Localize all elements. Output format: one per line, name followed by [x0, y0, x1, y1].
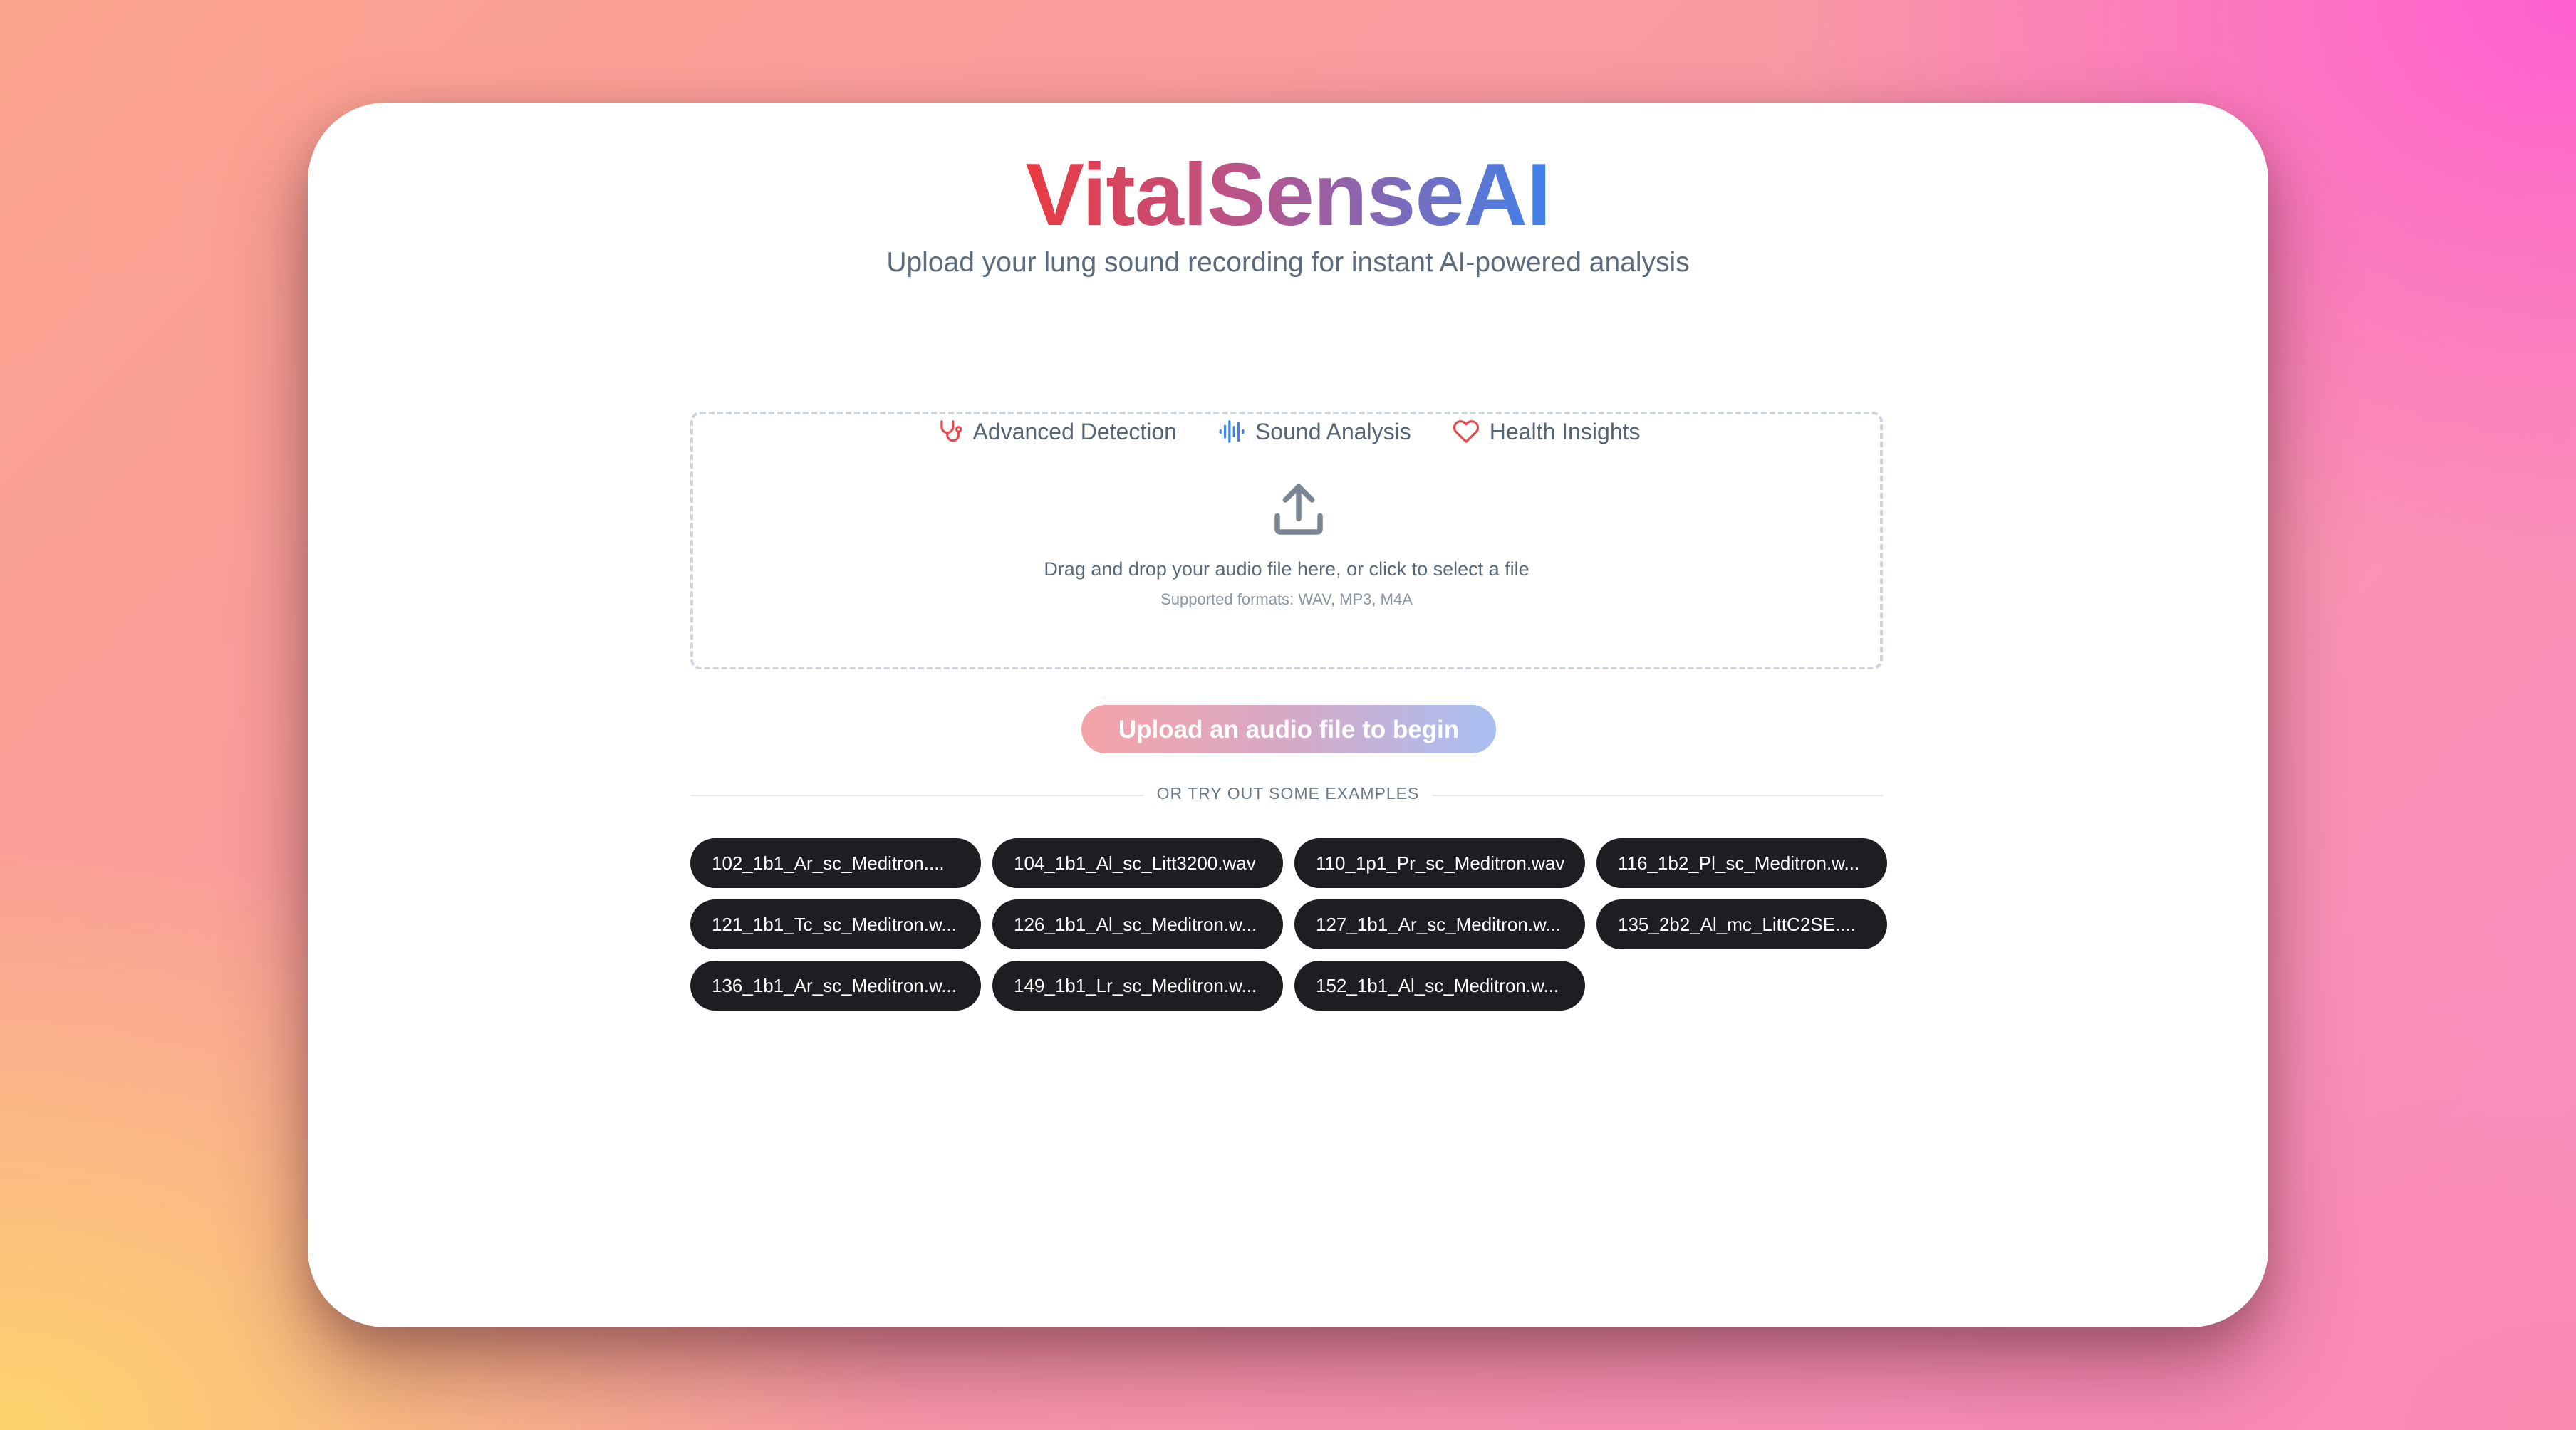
example-chip[interactable]: 104_1b1_Al_sc_Litt3200.wav	[992, 838, 1283, 888]
examples-heading: OR TRY OUT SOME EXAMPLES	[308, 783, 2268, 804]
example-chip[interactable]: 110_1p1_Pr_sc_Meditron.wav	[1294, 838, 1585, 888]
example-chip[interactable]: 149_1b1_Lr_sc_Meditron.w...	[992, 961, 1283, 1011]
example-list: 102_1b1_Ar_sc_Meditron.... 104_1b1_Al_sc…	[690, 838, 1887, 1011]
file-dropzone[interactable]: Drag and drop your audio file here, or c…	[690, 412, 1883, 669]
example-chip[interactable]: 152_1b1_Al_sc_Meditron.w...	[1294, 961, 1585, 1011]
app-title: VitalSenseAI	[1025, 146, 1552, 244]
example-chip[interactable]: 121_1b1_Tc_sc_Meditron.w...	[690, 899, 981, 949]
upload-icon	[1274, 484, 1323, 535]
example-chip[interactable]: 136_1b1_Ar_sc_Meditron.w...	[690, 961, 981, 1011]
example-chip[interactable]: 135_2b2_Al_mc_LittC2SE....	[1596, 899, 1887, 949]
main-card: VitalSenseAI Upload your lung sound reco…	[308, 103, 2268, 1327]
example-chip[interactable]: 126_1b1_Al_sc_Meditron.w...	[992, 899, 1283, 949]
example-chip[interactable]: 102_1b1_Ar_sc_Meditron....	[690, 838, 981, 888]
dropzone-instruction: Drag and drop your audio file here, or c…	[1044, 558, 1530, 580]
dropzone-formats: Supported formats: WAV, MP3, M4A	[1160, 590, 1413, 608]
example-chip[interactable]: 116_1b2_Pl_sc_Meditron.w...	[1596, 838, 1887, 888]
app-subtitle: Upload your lung sound recording for ins…	[886, 247, 1690, 278]
upload-begin-button[interactable]: Upload an audio file to begin	[1081, 705, 1496, 753]
example-chip[interactable]: 127_1b1_Ar_sc_Meditron.w...	[1294, 899, 1585, 949]
